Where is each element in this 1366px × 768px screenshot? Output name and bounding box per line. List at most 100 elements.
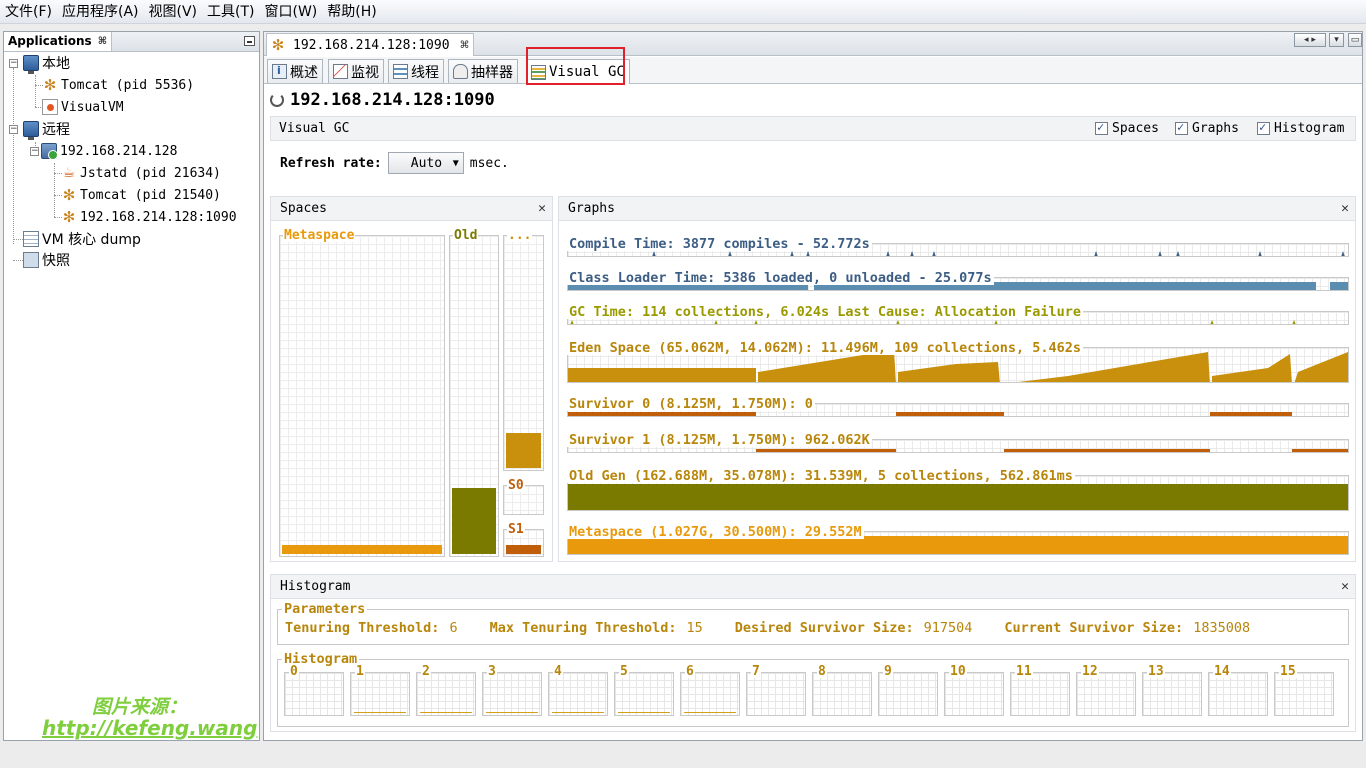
histogram-bucket-label: 4	[553, 664, 563, 679]
histogram-bucket-label: 10	[949, 664, 967, 679]
survivor1-label: Survivor 1 (8.125M, 1.750M): 962.062K	[567, 432, 872, 448]
eden-space-label: Eden Space (65.062M, 14.062M): 11.496M, …	[567, 340, 1084, 356]
tomcat-icon: ✻	[62, 208, 76, 226]
s0-label: S0	[507, 478, 525, 493]
tab-monitor[interactable]: 监视	[328, 59, 384, 83]
tree-item-remote[interactable]: 远程	[23, 119, 70, 140]
tree-item-vm-dump[interactable]: VM 核心 dump	[23, 229, 141, 249]
collapse-icon[interactable]: −	[9, 125, 18, 134]
histogram-bucket: 4	[548, 665, 608, 716]
document-tab-label: 192.168.214.128:1090	[293, 37, 450, 53]
collapse-icon[interactable]: −	[9, 59, 18, 68]
histogram-checkbox[interactable]: Histogram	[1257, 120, 1345, 136]
metaspace-space	[279, 235, 445, 557]
histogram-bucket: 5	[614, 665, 674, 716]
histogram-bucket: 9	[878, 665, 938, 716]
histogram-header: Histogram ✕	[271, 575, 1355, 599]
histogram-panel: Histogram ✕ Parameters Tenuring Threshol…	[270, 574, 1356, 732]
close-icon[interactable]: ✕	[538, 197, 546, 220]
menu-tools[interactable]: 工具(T)	[202, 0, 259, 24]
tree-item-label: 192.168.214.128	[60, 143, 178, 159]
tomcat-icon: ✻	[62, 186, 76, 204]
subtab-bar: 概述 监视 线程 抽样器 Visual GC	[264, 57, 1362, 84]
s1-fill	[506, 545, 541, 554]
visual-gc-header: Visual GC Spaces Graphs Histogram	[270, 116, 1356, 141]
histogram-bucket: 3	[482, 665, 542, 716]
watermark-text: 图片来源：	[92, 696, 188, 718]
refresh-rate-select[interactable]: Auto ▼	[387, 152, 464, 174]
menu-window[interactable]: 窗口(W)	[260, 0, 323, 24]
collapse-icon[interactable]: −	[30, 147, 39, 156]
refresh-rate-label: Refresh rate:	[280, 155, 382, 171]
histogram-bucket-bar	[684, 712, 736, 713]
current-survivor-label: Current Survivor Size:	[1004, 620, 1184, 636]
tree-item-jmx[interactable]: ✻ 192.168.214.128:1090	[61, 207, 237, 227]
tree-item-jstatd[interactable]: ☕ Jstatd (pid 21634)	[61, 163, 221, 183]
tab-list-icon[interactable]: ▾	[1329, 33, 1344, 47]
visual-gc-icon	[531, 64, 546, 80]
refresh-rate-row: Refresh rate: Auto ▼ msec.	[280, 152, 509, 174]
close-icon[interactable]: ✕	[1341, 575, 1349, 598]
desired-survivor-label: Desired Survivor Size:	[734, 620, 914, 636]
tenuring-threshold-label: Tenuring Threshold:	[285, 620, 440, 636]
desired-survivor-value: 917504	[923, 620, 973, 636]
class-loader-label: Class Loader Time: 5386 loaded, 0 unload…	[567, 270, 994, 286]
menu-help[interactable]: 帮助(H)	[322, 0, 381, 24]
tree-line	[54, 163, 55, 217]
histogram-bucket: 2	[416, 665, 476, 716]
histogram-bucket: 12	[1076, 665, 1136, 716]
menu-application[interactable]: 应用程序(A)	[57, 0, 144, 24]
histogram-bucket-label: 6	[685, 664, 695, 679]
histogram-bucket-bar	[552, 712, 604, 713]
parameters-group: Parameters Tenuring Threshold: 6 Max Ten…	[277, 602, 1349, 645]
tab-sampler[interactable]: 抽样器	[448, 59, 518, 83]
close-icon[interactable]: ⌘	[460, 40, 470, 51]
checkbox-label: Spaces	[1112, 121, 1159, 136]
spaces-checkbox[interactable]: Spaces	[1095, 120, 1159, 136]
remote-computer-icon	[23, 121, 39, 140]
scroll-tabs-button[interactable]: ◂ ▸	[1294, 33, 1326, 47]
menu-file[interactable]: 文件(F)	[0, 0, 57, 24]
tree-item-local-tomcat[interactable]: ✻ Tomcat (pid 5536)	[42, 75, 194, 95]
tree-item-remote-host[interactable]: 192.168.214.128	[41, 141, 177, 161]
maximize-icon[interactable]: ▭	[1348, 33, 1362, 47]
tree-item-local[interactable]: 本地	[23, 53, 70, 74]
old-gen-label: Old Gen (162.688M, 35.078M): 31.539M, 5 …	[567, 468, 1075, 484]
tree-item-visualvm[interactable]: VisualVM	[42, 97, 124, 117]
histogram-bucket: 13	[1142, 665, 1202, 716]
tree-item-remote-tomcat[interactable]: ✻ Tomcat (pid 21540)	[61, 185, 221, 205]
close-icon[interactable]: ⌘	[98, 32, 107, 51]
minimize-icon[interactable]	[244, 36, 255, 46]
tab-label: 抽样器	[471, 64, 513, 81]
eden-space	[503, 235, 544, 471]
document-tab[interactable]: ✻ 192.168.214.128:1090 ⌘	[266, 33, 474, 56]
compile-time-label: Compile Time: 3877 compiles - 52.772s	[567, 236, 872, 252]
graphs-checkbox[interactable]: Graphs	[1175, 120, 1239, 136]
close-icon[interactable]: ✕	[1341, 197, 1349, 220]
tree-line	[35, 75, 36, 107]
tab-visual-gc[interactable]: Visual GC	[526, 59, 630, 84]
graphs-title: Graphs	[568, 201, 615, 216]
main-panel: ✻ 192.168.214.128:1090 ⌘ ◂ ▸ ▾ ▭ 概述 监视 线…	[263, 31, 1363, 741]
tree-item-snapshots[interactable]: 快照	[23, 250, 70, 270]
tree-item-label: Tomcat (pid 21540)	[80, 187, 221, 203]
histogram-title: Histogram	[280, 579, 351, 594]
histogram-bucket-label: 14	[1213, 664, 1231, 679]
threads-icon	[393, 64, 408, 79]
applications-tab[interactable]: Applications ⌘	[4, 32, 112, 51]
checkbox-checked-icon	[1175, 120, 1188, 135]
eden-fill	[506, 433, 541, 468]
overview-icon	[272, 64, 287, 79]
histogram-bucket-label: 8	[817, 664, 827, 679]
menu-view[interactable]: 视图(V)	[144, 0, 203, 24]
visual-gc-title: Visual GC	[279, 121, 350, 136]
visualvm-icon	[42, 99, 58, 115]
tab-overview[interactable]: 概述	[267, 59, 323, 83]
eden-label: ...	[507, 228, 533, 243]
spaces-title: Spaces	[280, 201, 327, 216]
histogram-bucket: 1	[350, 665, 410, 716]
tree-item-label: 快照	[42, 253, 70, 269]
checkbox-label: Histogram	[1274, 121, 1345, 136]
applications-panel: Applications ⌘ − 本地 ✻ Tomcat (pid 5536) …	[3, 31, 260, 741]
tab-threads[interactable]: 线程	[388, 59, 444, 83]
